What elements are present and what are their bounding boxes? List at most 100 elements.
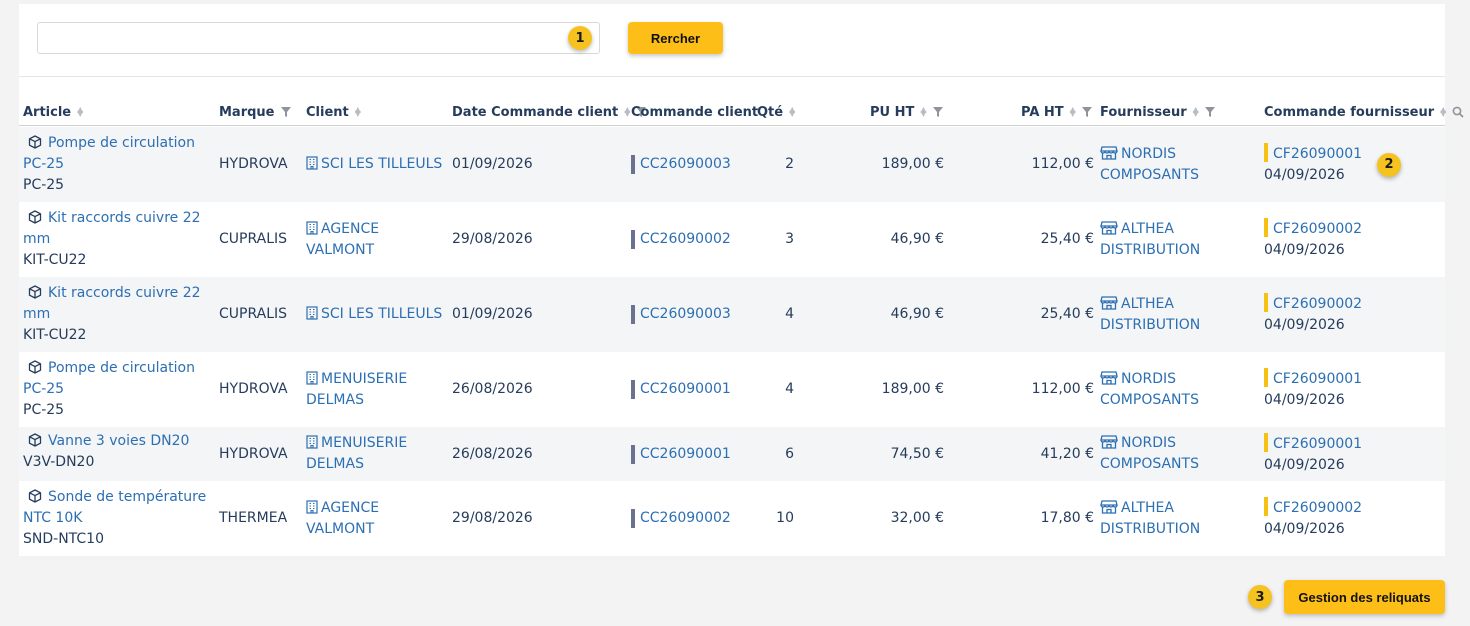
cmd-client-link[interactable]: CC26090002	[640, 229, 731, 250]
col-cmd-fournisseur[interactable]: Commande fournisseur ▲ ▼	[1264, 99, 1464, 125]
client-name: SCI LES TILLEULS	[321, 156, 443, 172]
sort-icon[interactable]: ▲ ▼	[1193, 106, 1199, 118]
search-bar: 1 Rercher	[19, 4, 1445, 77]
date-cell: 01/09/2026	[452, 127, 533, 202]
fournisseur-cell: ALTHEA DISTRIBUTION	[1100, 481, 1220, 556]
article-link[interactable]: Sonde de température NTC 10K	[23, 489, 206, 526]
col-date[interactable]: Date Commande client ▲ ▼	[452, 99, 647, 125]
client-link[interactable]: MENUISERIE DELMAS	[306, 433, 446, 475]
box-icon	[28, 285, 42, 299]
cmd-client-cell: CC26090002	[631, 481, 731, 556]
filter-icon[interactable]	[1081, 107, 1092, 117]
cmd-client-link[interactable]: CC26090003	[640, 304, 731, 325]
sort-icon[interactable]: ▲ ▼	[920, 106, 926, 118]
col-fournisseur[interactable]: Fournisseur ▲ ▼	[1100, 99, 1215, 125]
store-icon	[1100, 145, 1118, 160]
pa-cell: 112,00 €	[989, 352, 1094, 427]
sort-icon[interactable]: ▲ ▼	[1070, 106, 1076, 118]
col-cmd-client[interactable]: Commande client	[631, 99, 758, 125]
cmd-fournisseur-link[interactable]: CF26090002	[1273, 500, 1362, 516]
fournisseur-cell: ALTHEA DISTRIBUTION	[1100, 202, 1220, 277]
article-link[interactable]: Kit raccords cuivre 22 mm	[23, 285, 201, 322]
pa-cell: 17,80 €	[989, 481, 1094, 556]
fournisseur-link[interactable]: ALTHEA DISTRIBUTION	[1100, 294, 1220, 336]
fournisseur-link[interactable]: NORDIS COMPOSANTS	[1100, 369, 1220, 411]
table-row: Vanne 3 voies DN20 V3V-DN20 HYDROVA MENUISE…	[19, 427, 1445, 481]
cmd-client-link[interactable]: CC26090003	[640, 154, 731, 175]
sort-icon[interactable]: ▲ ▼	[624, 106, 630, 118]
pu-text: 32,00 €	[890, 510, 944, 526]
client-cell: AGENCE VALMONT	[306, 202, 446, 277]
cmd-fournisseur-link[interactable]: CF26090002	[1273, 296, 1362, 312]
qte-text: 4	[785, 381, 794, 397]
cmd-fournisseur-cell: CF26090001 04/09/2026	[1264, 352, 1414, 427]
building-icon	[306, 499, 318, 514]
filter-icon[interactable]	[280, 107, 291, 117]
article-cell: Kit raccords cuivre 22 mm KIT-CU22	[23, 283, 215, 346]
step-badge-2: 2	[1377, 152, 1401, 177]
status-bar	[631, 444, 635, 464]
store-icon	[1100, 370, 1118, 385]
client-link[interactable]: AGENCE VALMONT	[306, 498, 446, 540]
article-link[interactable]: Kit raccords cuivre 22 mm	[23, 210, 201, 247]
filter-icon[interactable]	[932, 107, 943, 117]
search-button[interactable]: Rercher	[628, 22, 723, 54]
filter-icon[interactable]	[1204, 107, 1215, 117]
cmd-client-cell: CC26090001	[631, 352, 731, 427]
cmd-fournisseur-date: 04/09/2026	[1264, 456, 1345, 473]
client-link[interactable]: SCI LES TILLEULS	[306, 154, 442, 175]
col-marque[interactable]: Marque	[219, 99, 291, 125]
col-cmd-fournisseur-label: Commande fournisseur	[1264, 104, 1435, 120]
marque-text: HYDROVA	[219, 156, 288, 172]
pu-cell: 46,90 €	[839, 277, 944, 352]
col-client[interactable]: Client ▲ ▼	[306, 99, 361, 125]
article-link[interactable]: Pompe de circulation PC-25	[23, 360, 195, 397]
cmd-fournisseur-link[interactable]: CF26090001	[1273, 146, 1362, 162]
box-icon	[28, 433, 42, 447]
sort-icon[interactable]: ▲ ▼	[1440, 106, 1446, 118]
cmd-client-link[interactable]: CC26090001	[640, 444, 731, 465]
date-text: 26/08/2026	[452, 445, 533, 462]
date-cell: 26/08/2026	[452, 352, 533, 427]
marque-cell: CUPRALIS	[219, 277, 287, 352]
cmd-fournisseur-cell: CF26090001 04/09/2026	[1264, 427, 1414, 481]
article-link[interactable]: Pompe de circulation PC-25	[23, 135, 195, 172]
sort-icon[interactable]: ▲ ▼	[789, 106, 795, 118]
sort-icon[interactable]: ▲ ▼	[77, 106, 83, 118]
client-link[interactable]: MENUISERIE DELMAS	[306, 369, 446, 411]
cmd-fournisseur-link[interactable]: CF26090001	[1273, 371, 1362, 387]
fournisseur-link[interactable]: NORDIS COMPOSANTS	[1100, 433, 1220, 475]
status-bar	[631, 155, 635, 174]
col-pu[interactable]: PU HT ▲ ▼	[870, 99, 943, 125]
article-ref: V3V-DN20	[23, 454, 95, 470]
col-article[interactable]: Article ▲ ▼	[23, 99, 83, 125]
fournisseur-link[interactable]: NORDIS COMPOSANTS	[1100, 144, 1220, 186]
article-link[interactable]: Vanne 3 voies DN20	[48, 433, 189, 449]
sort-icon[interactable]: ▲ ▼	[355, 106, 361, 118]
client-link[interactable]: AGENCE VALMONT	[306, 219, 446, 261]
building-icon	[306, 220, 318, 235]
building-icon	[306, 156, 318, 170]
qte-text: 6	[785, 445, 794, 462]
client-link[interactable]: SCI LES TILLEULS	[306, 304, 442, 325]
cmd-client-cell: CC26090003	[631, 127, 731, 202]
col-qte[interactable]: Qté ▲ ▼	[757, 99, 795, 125]
fournisseur-cell: NORDIS COMPOSANTS	[1100, 127, 1220, 202]
col-date-label: Date Commande client	[452, 104, 619, 120]
fournisseur-cell: ALTHEA DISTRIBUTION	[1100, 277, 1220, 352]
cmd-client-link[interactable]: CC26090002	[640, 508, 731, 529]
search-icon[interactable]	[1452, 106, 1464, 118]
box-icon	[28, 489, 42, 503]
cmd-fournisseur-link[interactable]: CF26090002	[1273, 221, 1362, 237]
gestion-reliquats-button[interactable]: Gestion des reliquats	[1284, 580, 1445, 614]
col-pa[interactable]: PA HT ▲ ▼	[1021, 99, 1092, 125]
col-qte-label: Qté	[757, 104, 784, 120]
pu-cell: 74,50 €	[839, 427, 944, 481]
cmd-fournisseur-link[interactable]: CF26090001	[1273, 436, 1362, 452]
date-text: 26/08/2026	[452, 381, 533, 397]
search-input[interactable]	[37, 22, 600, 54]
fournisseur-link[interactable]: ALTHEA DISTRIBUTION	[1100, 219, 1220, 261]
fournisseur-link[interactable]: ALTHEA DISTRIBUTION	[1100, 498, 1220, 540]
status-bar	[1264, 293, 1268, 312]
cmd-client-link[interactable]: CC26090001	[640, 379, 731, 400]
